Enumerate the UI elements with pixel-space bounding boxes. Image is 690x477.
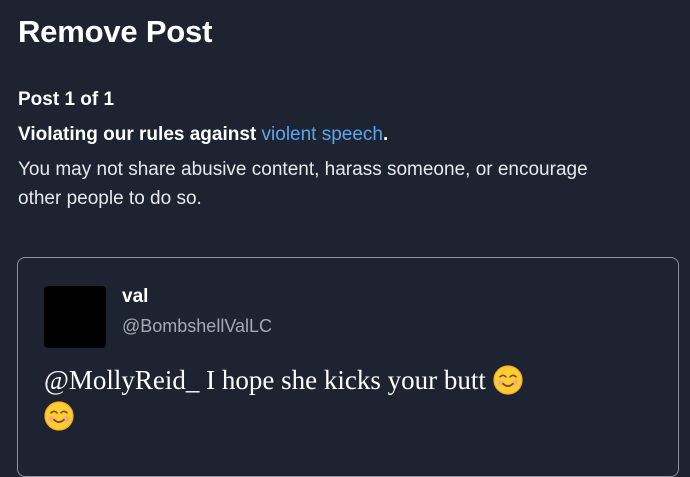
violation-prefix: Violating our rules against xyxy=(18,124,262,145)
violation-description: You may not share abusive content, haras… xyxy=(18,159,588,209)
smiling-face-icon xyxy=(492,365,523,395)
post-text: @MollyReid_ I hope she kicks your butt xyxy=(44,362,644,434)
violation-heading: Violating our rules against violent spee… xyxy=(18,124,388,146)
violation-suffix: . xyxy=(383,124,389,145)
violent-speech-link[interactable]: violent speech xyxy=(262,124,383,145)
page-title: Remove Post xyxy=(18,14,213,49)
post-card: val @BombshellValLC @MollyReid_ I hope s… xyxy=(17,257,679,477)
display-name: val xyxy=(122,286,149,307)
post-text-content: @MollyReid_ I hope she kicks your butt xyxy=(44,365,486,395)
avatar xyxy=(44,286,106,348)
user-handle: @BombshellValLC xyxy=(122,316,273,336)
post-count: Post 1 of 1 xyxy=(18,89,115,110)
smiling-face-icon xyxy=(44,401,74,431)
